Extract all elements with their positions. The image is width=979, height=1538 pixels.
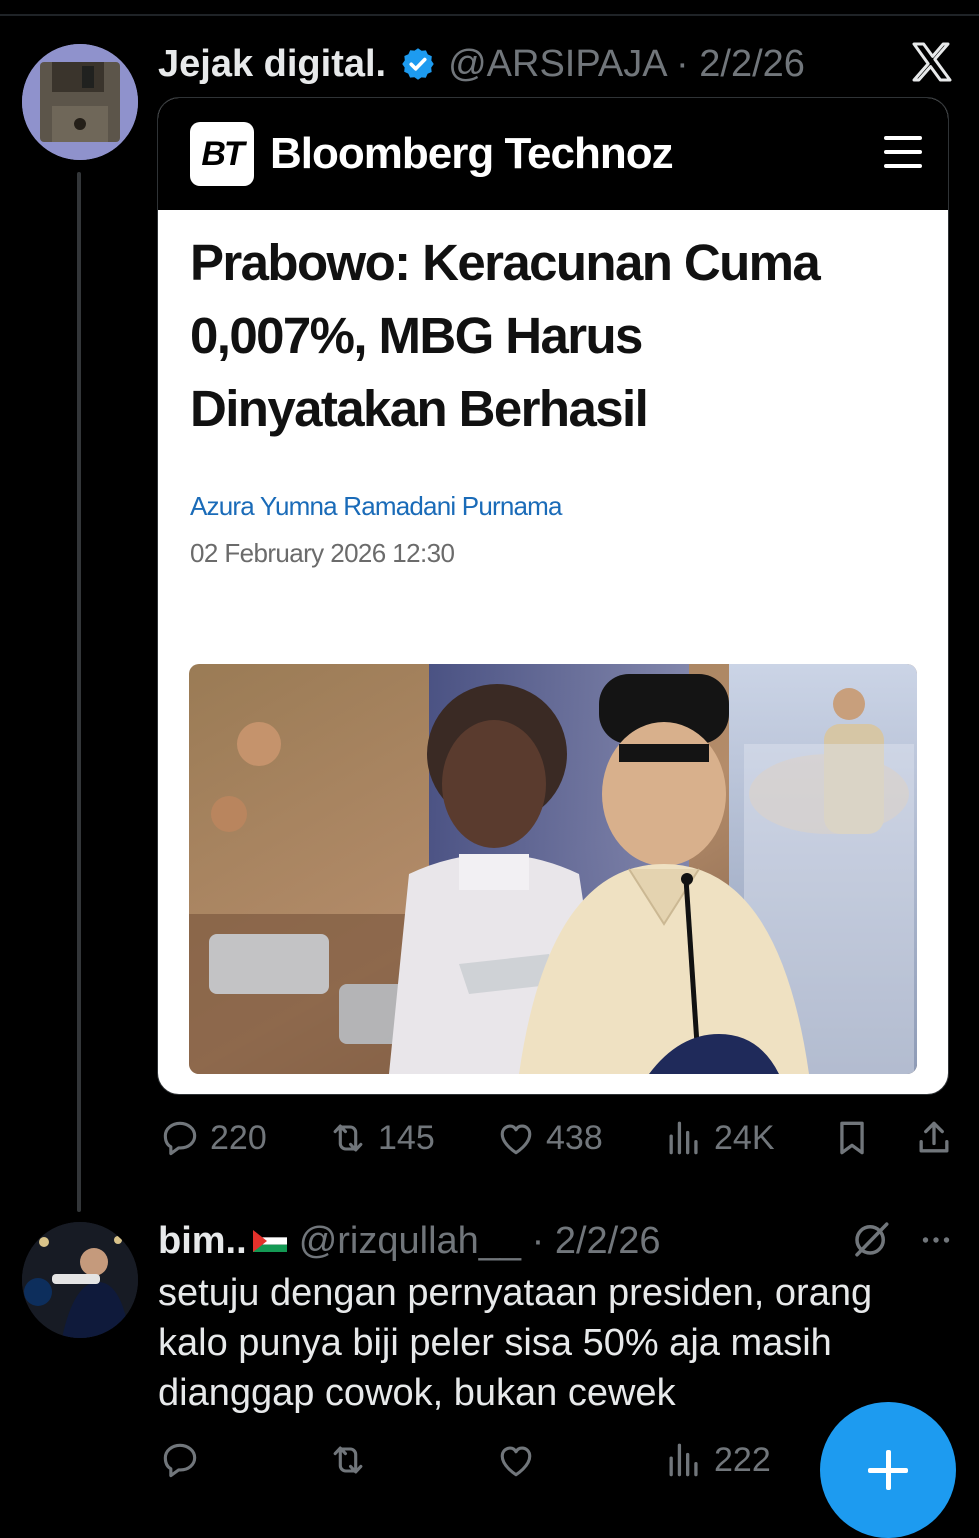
verified-badge-icon	[402, 48, 434, 80]
repost-icon	[333, 1124, 363, 1152]
reply-text: setuju dengan pernyataan presiden, orang…	[158, 1272, 873, 1414]
reply-reply-button[interactable]	[158, 1432, 202, 1488]
reply-views-count: 222	[714, 1440, 771, 1479]
author-avatar[interactable]	[22, 44, 138, 160]
reply-count: 220	[210, 1118, 267, 1157]
repost-count: 145	[378, 1118, 435, 1157]
bookmark-icon	[840, 1121, 864, 1155]
article-author: Azura Yumna Ramadani Purnama	[190, 491, 562, 521]
reply-icon	[163, 1443, 197, 1478]
floppy-disk-icon	[22, 44, 138, 160]
article-date: 02 February 2026 12:30	[190, 538, 455, 568]
views-button[interactable]: 24K	[662, 1110, 775, 1166]
reply-header: bim.. @rizqullah__ · 2/2/26	[158, 1214, 660, 1268]
hero-photo-illustration	[189, 664, 917, 1074]
reply-repost-button[interactable]	[326, 1432, 370, 1488]
x-logo-icon[interactable]	[908, 38, 956, 86]
reply-views-button[interactable]: 222	[662, 1432, 771, 1488]
article-hero-photo	[189, 664, 917, 1074]
views-chart-icon	[669, 1443, 698, 1477]
share-button[interactable]	[912, 1110, 956, 1166]
author-handle-date[interactable]: @ARSIPAJA · 2/2/26	[448, 43, 805, 86]
reply-avatar-photo	[22, 1222, 138, 1338]
compose-button[interactable]	[820, 1402, 956, 1538]
share-icon	[919, 1121, 949, 1153]
views-chart-icon	[669, 1121, 698, 1155]
like-button[interactable]: 438	[494, 1110, 603, 1166]
reply-icon	[163, 1121, 197, 1156]
site-logo: BT	[190, 122, 254, 186]
author-name[interactable]: Jejak digital.	[158, 43, 386, 86]
repost-button[interactable]: 145	[326, 1110, 435, 1166]
reply-handle-date[interactable]: @rizqullah__ · 2/2/26	[299, 1220, 661, 1263]
article-headline: Prabowo: Keracunan Cuma 0,007%, MBG Haru…	[190, 234, 821, 437]
reply-author-name[interactable]: bim..	[158, 1220, 247, 1263]
tweet-header: Jejak digital. @ARSIPAJA · 2/2/26	[158, 36, 805, 92]
bookmark-button[interactable]	[830, 1110, 874, 1166]
more-options-icon[interactable]	[916, 1222, 956, 1258]
reply-like-button[interactable]	[494, 1432, 538, 1488]
article-image-card[interactable]: BT Bloomberg Technoz Prabowo: Keracunan …	[157, 97, 949, 1095]
article-site-header: BT Bloomberg Technoz	[158, 98, 948, 210]
thread-connector-line	[77, 172, 81, 1212]
repost-icon	[333, 1446, 363, 1474]
reply-button[interactable]: 220	[158, 1110, 267, 1166]
views-count: 24K	[714, 1118, 775, 1157]
heart-icon	[500, 1124, 532, 1155]
site-brand: Bloomberg Technoz	[270, 129, 674, 178]
top-divider	[0, 0, 979, 16]
reply-author-avatar[interactable]	[22, 1222, 138, 1338]
like-count: 438	[546, 1118, 603, 1157]
palestine-flag-icon	[252, 1230, 287, 1252]
tweet-action-bar: 220 145 438 24K	[158, 1110, 958, 1166]
hamburger-menu-icon	[884, 136, 922, 168]
heart-icon	[500, 1446, 532, 1477]
grok-icon[interactable]	[850, 1218, 892, 1260]
